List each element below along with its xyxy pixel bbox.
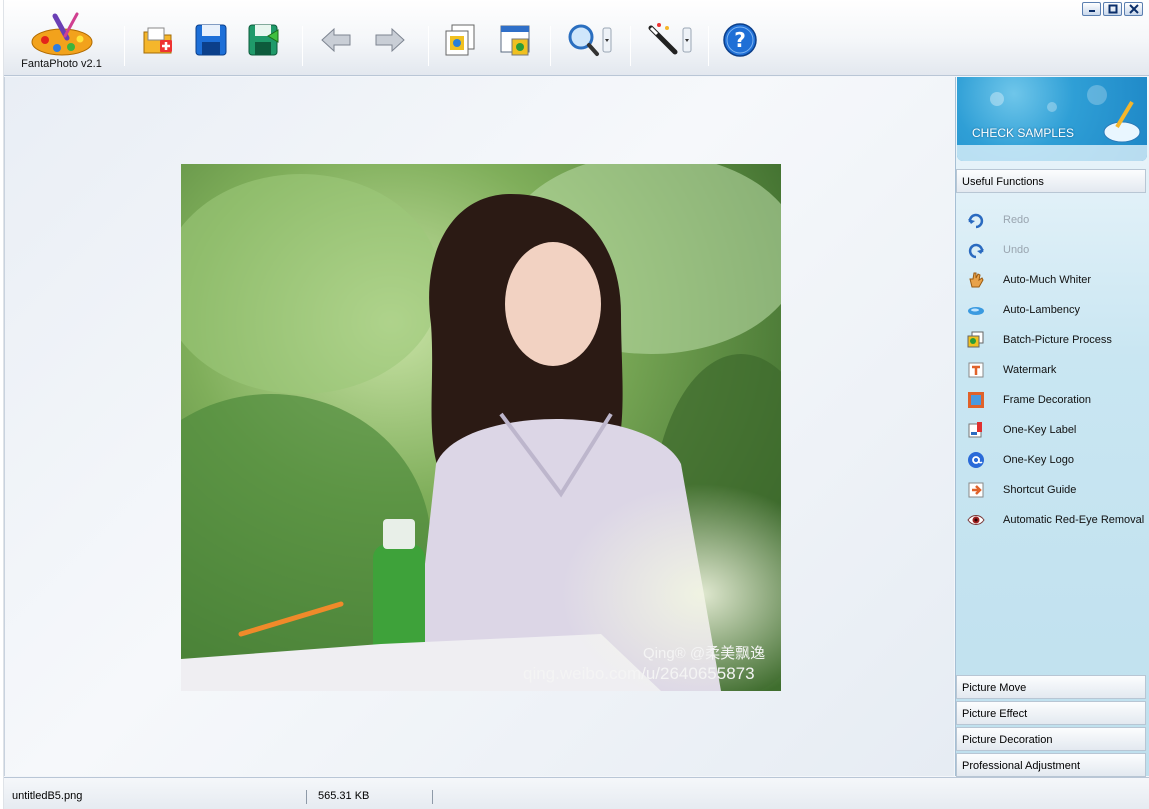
fn-watermark[interactable]: Watermark	[956, 355, 1149, 385]
svg-text:?: ?	[734, 28, 746, 52]
minimize-icon	[1088, 10, 1095, 12]
functions-panel: CHECK SAMPLES Useful Functions Redo Undo	[955, 77, 1149, 777]
redo-icon	[966, 210, 986, 230]
fn-label: Undo	[1003, 244, 1030, 256]
help-icon: ?	[723, 23, 757, 57]
watermark-icon	[966, 360, 986, 380]
portrait-photo-image	[181, 164, 781, 691]
photo-watermark-name: Qing® @柔美飘逸	[643, 645, 766, 662]
browser-icon	[500, 25, 530, 56]
useful-functions-list: Redo Undo Auto-Much Whiter Auto-Lambency	[956, 205, 1149, 535]
maximize-icon	[1108, 4, 1117, 14]
eye-icon	[966, 510, 986, 530]
toolbar-separator	[302, 26, 303, 66]
fantaphoto-window: FantaPhoto v2.1 ? Qing® @柔美飘逸 qing.weibo…	[4, 0, 1149, 809]
magic-wand-button[interactable]	[644, 20, 694, 60]
save-as-icon	[248, 24, 279, 56]
fn-undo[interactable]: Undo	[956, 235, 1149, 265]
fn-shortcut-guide[interactable]: Shortcut Guide	[956, 475, 1149, 505]
save-as-button[interactable]	[244, 20, 284, 60]
section-picture-decoration[interactable]: Picture Decoration	[956, 727, 1146, 751]
app-title: FantaPhoto v2.1	[21, 58, 102, 70]
batch-button[interactable]	[440, 20, 480, 60]
fn-one-key-logo[interactable]: One-Key Logo	[956, 445, 1149, 475]
toolbar-separator	[124, 26, 125, 66]
fn-label: One-Key Logo	[1003, 454, 1074, 466]
undo-button[interactable]	[316, 20, 356, 60]
maximize-button[interactable]	[1103, 2, 1122, 16]
label-icon	[966, 420, 986, 440]
toolbar: FantaPhoto v2.1 ?	[4, 0, 1149, 76]
section-picture-effect[interactable]: Picture Effect	[956, 701, 1146, 725]
zoom-button[interactable]	[564, 20, 614, 60]
frame-icon	[966, 390, 986, 410]
close-icon	[1128, 4, 1139, 14]
photo-preview: Qing® @柔美飘逸 qing.weibo.com/u/2640655873	[181, 164, 781, 691]
status-filename: untitledB5.png	[12, 790, 83, 802]
toolbar-separator	[708, 26, 709, 66]
redo-arrow-icon	[375, 27, 405, 53]
fn-label: Redo	[1003, 214, 1030, 226]
fn-auto-much-whiter[interactable]: Auto-Much Whiter	[956, 265, 1149, 295]
fn-batch-picture-process[interactable]: Batch-Picture Process	[956, 325, 1149, 355]
section-professional-adjustment[interactable]: Professional Adjustment	[956, 753, 1146, 777]
hand-icon	[966, 270, 986, 290]
help-button[interactable]: ?	[720, 20, 760, 60]
toolbar-separator	[630, 26, 631, 66]
photo-watermark-url: qing.weibo.com/u/2640655873	[523, 664, 755, 683]
status-separator	[432, 790, 433, 804]
toolbar-separator	[550, 26, 551, 66]
save-icon	[195, 24, 227, 56]
status-bar: untitledB5.png 565.31 KB	[4, 777, 1149, 809]
fn-one-key-label[interactable]: One-Key Label	[956, 415, 1149, 445]
banner-bubbles-image	[957, 85, 1147, 161]
toolbar-separator	[428, 26, 429, 66]
undo-icon	[966, 240, 986, 260]
undo-arrow-icon	[321, 27, 351, 53]
close-button[interactable]	[1124, 2, 1143, 16]
fn-label: Automatic Red-Eye Removal	[1003, 514, 1145, 526]
status-separator	[306, 790, 307, 804]
fn-label: Auto-Much Whiter	[1003, 274, 1092, 286]
batch-icon	[966, 330, 986, 350]
check-samples-banner[interactable]: CHECK SAMPLES	[957, 77, 1147, 161]
fn-label: Frame Decoration	[1003, 394, 1092, 406]
window-controls	[1082, 2, 1143, 16]
redo-button[interactable]	[370, 20, 410, 60]
fn-label: Auto-Lambency	[1003, 304, 1081, 316]
save-button[interactable]	[191, 20, 231, 60]
fn-label: Shortcut Guide	[1003, 484, 1077, 496]
fn-redo[interactable]: Redo	[956, 205, 1149, 235]
check-samples-label: CHECK SAMPLES	[972, 126, 1075, 140]
open-icon	[143, 27, 172, 54]
batch-icon	[445, 24, 475, 56]
fn-label: One-Key Label	[1003, 424, 1077, 436]
minimize-button[interactable]	[1082, 2, 1101, 16]
magic-wand-icon	[648, 23, 692, 55]
zoom-icon	[568, 24, 612, 56]
lambency-icon	[966, 300, 986, 320]
useful-functions-header[interactable]: Useful Functions	[956, 169, 1146, 193]
fn-auto-lambency[interactable]: Auto-Lambency	[956, 295, 1149, 325]
section-picture-move[interactable]: Picture Move	[956, 675, 1146, 699]
fn-frame-decoration[interactable]: Frame Decoration	[956, 385, 1149, 415]
status-filesize: 565.31 KB	[318, 790, 370, 802]
image-canvas[interactable]: Qing® @柔美飘逸 qing.weibo.com/u/2640655873	[4, 77, 954, 776]
logo-icon	[966, 450, 986, 470]
browser-button[interactable]	[496, 20, 536, 60]
fn-label: Watermark	[1003, 364, 1057, 376]
app-logo: FantaPhoto v2.1	[14, 12, 109, 72]
open-button[interactable]	[138, 20, 178, 60]
palette-logo-icon	[31, 12, 92, 56]
shortcut-icon	[966, 480, 986, 500]
fn-red-eye-removal[interactable]: Automatic Red-Eye Removal	[956, 505, 1149, 535]
fn-label: Batch-Picture Process	[1003, 334, 1112, 346]
